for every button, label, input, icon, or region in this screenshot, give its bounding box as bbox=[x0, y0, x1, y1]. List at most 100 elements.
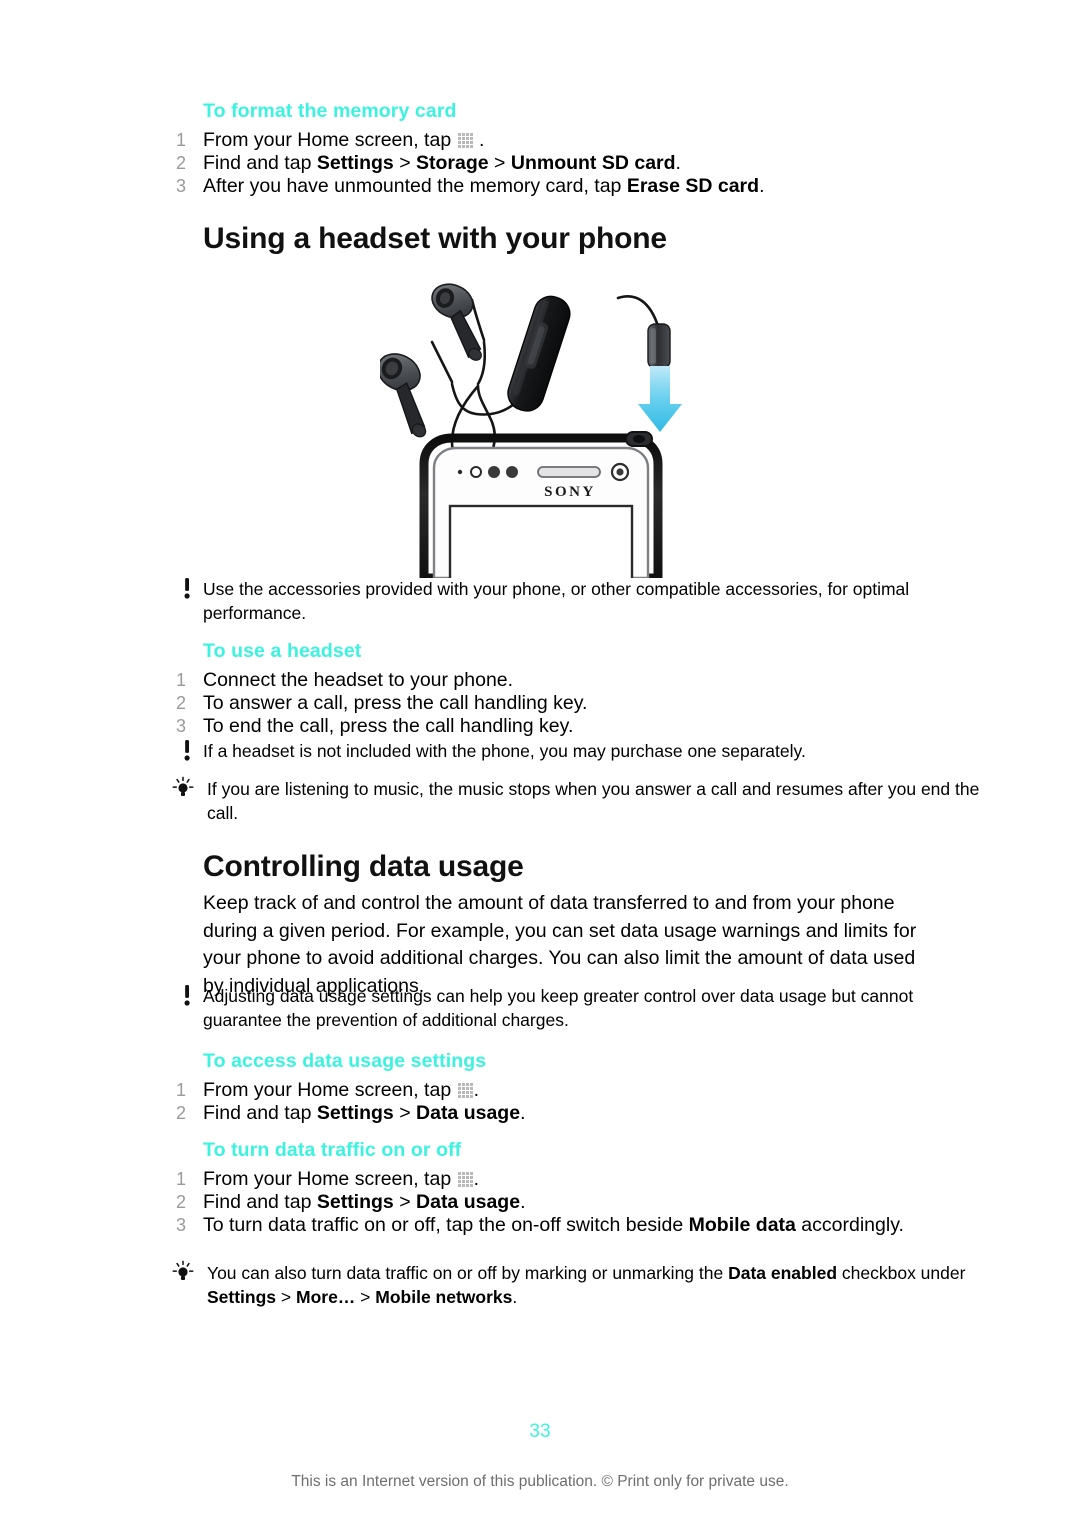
step-text-pre: Find and tap bbox=[203, 1190, 317, 1213]
ui-path-token: Data usage bbox=[416, 1101, 521, 1124]
step-number: 1 bbox=[176, 1169, 187, 1189]
step-text-post: . bbox=[759, 174, 765, 197]
step-text: Find and tap Settings > Storage > Unmoun… bbox=[203, 152, 681, 174]
step-item: 2 Find and tap Settings > Data usage. bbox=[0, 1101, 1080, 1125]
note-accessories-wrap: Use the accessories provided with your p… bbox=[0, 578, 1080, 625]
ui-path-token: Storage bbox=[416, 151, 489, 174]
heading-format-memory-card: To format the memory card bbox=[203, 100, 457, 122]
ui-path-token: More… bbox=[296, 1286, 356, 1307]
step-item: 1 From your Home screen, tap . bbox=[0, 129, 1080, 152]
step-number: 1 bbox=[176, 1080, 187, 1100]
lightbulb-tip-icon bbox=[172, 776, 194, 796]
section-use-headset: To use a headset 1 Connect the headset t… bbox=[0, 640, 1080, 738]
step-item: 1 From your Home screen, tap . bbox=[0, 1168, 1080, 1191]
step-text: To end the call, press the call handling… bbox=[203, 714, 574, 737]
step-text: After you have unmounted the memory card… bbox=[203, 175, 764, 197]
tip-music-wrap: If you are listening to music, the music… bbox=[0, 776, 1080, 825]
note-adjusting: Adjusting data usage settings can help y… bbox=[0, 985, 1080, 1032]
section-data-usage: Controlling data usage bbox=[0, 850, 1080, 884]
heading-use-headset: To use a headset bbox=[203, 640, 362, 662]
tip-music-text: If you are listening to music, the music… bbox=[207, 779, 980, 823]
tip-checkbox-wrap: You can also turn data traffic on or off… bbox=[0, 1260, 1080, 1309]
step-item: 2 Find and tap Settings > Data usage. bbox=[0, 1191, 1080, 1214]
blue-arrow-down bbox=[638, 366, 682, 432]
step-text-pre: Find and tap bbox=[203, 151, 317, 174]
step-text-pre: To turn data traffic on or off, tap the … bbox=[203, 1213, 689, 1236]
step-number: 2 bbox=[176, 692, 187, 713]
step-text-post: . bbox=[520, 1190, 526, 1213]
step-number: 2 bbox=[176, 152, 187, 173]
steps-format-memory-card: 1 From your Home screen, tap . 2 Find an… bbox=[0, 129, 1080, 198]
step-text-pre: From your Home screen, tap bbox=[203, 1168, 457, 1190]
app-drawer-icon bbox=[457, 1172, 473, 1187]
step-text: Find and tap Settings > Data usage. bbox=[203, 1191, 525, 1213]
step-text-post: . bbox=[473, 1079, 480, 1101]
manual-page: To format the memory card 1 From your Ho… bbox=[0, 0, 1080, 1527]
phone-brand-label: SONY bbox=[544, 484, 596, 500]
step-number: 3 bbox=[176, 715, 187, 736]
step-text: From your Home screen, tap . bbox=[203, 1079, 479, 1101]
step-number: 2 bbox=[176, 1191, 187, 1212]
ui-path-token: Mobile networks bbox=[375, 1286, 513, 1307]
ui-path-token: Mobile data bbox=[688, 1213, 796, 1236]
note-adjusting-text: Adjusting data usage settings can help y… bbox=[203, 986, 914, 1030]
step-number: 2 bbox=[176, 1102, 187, 1123]
step-item: 3 To turn data traffic on or off, tap th… bbox=[0, 1214, 1080, 1237]
step-number: 1 bbox=[176, 670, 187, 690]
step-number: 3 bbox=[176, 1214, 187, 1235]
section-access-data-usage: To access data usage settings 1 From you… bbox=[0, 1050, 1080, 1126]
step-text-post: . bbox=[520, 1101, 526, 1124]
path-separator: > bbox=[488, 151, 511, 174]
step-item: 2 To answer a call, press the call handl… bbox=[0, 692, 1080, 715]
step-text-pre: From your Home screen, tap bbox=[203, 129, 457, 151]
step-item: 1 Connect the headset to your phone. bbox=[0, 669, 1080, 692]
step-text: To turn data traffic on or off, tap the … bbox=[203, 1214, 904, 1236]
step-text-post: . bbox=[473, 1168, 480, 1190]
path-separator: > bbox=[393, 151, 417, 174]
ui-path-token: Data usage bbox=[416, 1190, 521, 1213]
headset-and-phone-illustration: SONY bbox=[0, 262, 1080, 588]
note-adjusting-wrap: Adjusting data usage settings can help y… bbox=[0, 985, 1080, 1032]
step-item: 3 After you have unmounted the memory ca… bbox=[0, 175, 1080, 198]
earbud-right bbox=[431, 283, 482, 361]
step-text-post: . bbox=[473, 129, 485, 151]
steps-use-headset: 1 Connect the headset to your phone. 2 T… bbox=[0, 669, 1080, 738]
note-not-included: If a headset is not included with the ph… bbox=[0, 740, 1080, 764]
footer-copyright-note: This is an Internet version of this publ… bbox=[291, 1473, 789, 1490]
lightbulb-tip-icon bbox=[172, 1260, 194, 1280]
step-item: 1 From your Home screen, tap . bbox=[0, 1079, 1080, 1102]
note-not-included-wrap: If a headset is not included with the ph… bbox=[0, 740, 1080, 764]
section-format-memory-card: To format the memory card 1 From your Ho… bbox=[0, 100, 1080, 198]
tip-checkbox-part3: . bbox=[512, 1286, 518, 1307]
ui-path-token: Settings bbox=[316, 1190, 394, 1213]
headset-illustration-svg: SONY bbox=[377, 283, 682, 588]
ui-path-token: Settings bbox=[316, 151, 394, 174]
step-item: 2 Find and tap Settings > Storage > Unmo… bbox=[0, 152, 1080, 175]
page-title-headset: Using a headset with your phone bbox=[203, 222, 667, 255]
step-text-pre: Find and tap bbox=[203, 1101, 317, 1124]
page-title-data-usage: Controlling data usage bbox=[203, 850, 524, 883]
ui-path-token: Data enabled bbox=[728, 1263, 838, 1283]
app-drawer-icon bbox=[457, 133, 473, 148]
ui-path-token: Settings bbox=[316, 1101, 394, 1124]
step-text-pre: After you have unmounted the memory card… bbox=[203, 174, 627, 197]
step-number: 3 bbox=[176, 175, 187, 196]
tip-music: If you are listening to music, the music… bbox=[0, 776, 1080, 825]
ui-path-token: Unmount SD card bbox=[510, 151, 676, 174]
path-separator: > bbox=[276, 1286, 296, 1307]
step-text-post: accordingly. bbox=[795, 1213, 904, 1236]
step-text: From your Home screen, tap . bbox=[203, 129, 484, 151]
headset-port bbox=[625, 431, 653, 447]
step-text: Connect the headset to your phone. bbox=[203, 669, 514, 691]
tip-checkbox-part1: You can also turn data traffic on or off… bbox=[207, 1263, 729, 1283]
page-number: 33 bbox=[529, 1421, 551, 1442]
tip-checkbox-part2: checkbox under bbox=[837, 1263, 966, 1283]
step-item: 3 To end the call, press the call handli… bbox=[0, 714, 1080, 738]
tip-checkbox: You can also turn data traffic on or off… bbox=[0, 1260, 1080, 1309]
warning-exclamation-icon bbox=[184, 740, 190, 761]
steps-turn-data-traffic: 1 From your Home screen, tap . 2 Find an… bbox=[0, 1168, 1080, 1237]
inline-remote bbox=[507, 295, 571, 412]
ui-path-token: Erase SD card bbox=[626, 174, 760, 197]
note-accessories: Use the accessories provided with your p… bbox=[0, 578, 1080, 625]
path-separator: > bbox=[355, 1286, 376, 1307]
